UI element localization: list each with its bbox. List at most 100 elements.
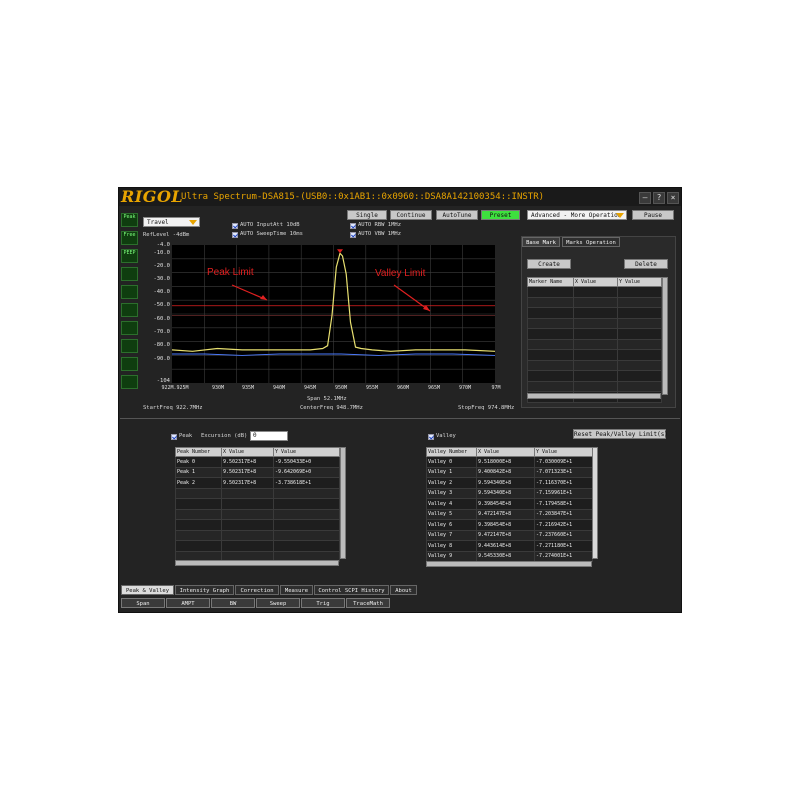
limit-icon[interactable] bbox=[121, 339, 138, 353]
valley-table-hscrollbar[interactable] bbox=[426, 561, 592, 567]
valley-table-scrollbar[interactable] bbox=[592, 447, 598, 559]
tab-peak-valley[interactable]: Peak & Valley bbox=[121, 585, 174, 595]
marker-y-value-cell bbox=[617, 296, 662, 308]
col-marker-name[interactable]: Marker Name bbox=[527, 277, 574, 287]
peak-table-scrollbar[interactable] bbox=[340, 447, 346, 559]
spectrum-plot[interactable] bbox=[171, 245, 496, 383]
tab-intensity-graph[interactable]: Intensity Graph bbox=[175, 585, 234, 595]
peak-checkbox[interactable] bbox=[171, 434, 177, 440]
marker-y-value-cell bbox=[617, 307, 662, 319]
y-tick: -40.0 bbox=[153, 289, 170, 295]
input-att-checkbox[interactable] bbox=[232, 223, 238, 229]
marker-y-value-cell bbox=[617, 317, 662, 329]
ampt-softkey[interactable]: AMPT bbox=[166, 598, 210, 608]
display-icon[interactable] bbox=[121, 357, 138, 371]
save-icon[interactable] bbox=[121, 375, 138, 389]
peak-y-value-cell bbox=[273, 498, 340, 510]
rigol-logo: RIGOL bbox=[121, 187, 184, 206]
peak-y-value-cell bbox=[273, 519, 340, 531]
marker-table-scrollbar[interactable] bbox=[662, 277, 668, 395]
marker-y-value-cell bbox=[617, 380, 662, 392]
peak-x-value-cell: 9.502317E+8 bbox=[221, 466, 274, 478]
table-row[interactable]: Valley 7 9.472147E+8 -7.237660E+1 bbox=[426, 529, 593, 541]
table-row bbox=[527, 359, 662, 371]
valley-limit-annotation: Valley Limit bbox=[375, 268, 426, 279]
valley-checkbox[interactable] bbox=[428, 434, 434, 440]
sweep-time-checkbox[interactable] bbox=[232, 232, 238, 238]
close-icon[interactable]: × bbox=[667, 192, 679, 204]
pause-button[interactable]: Pause bbox=[632, 210, 674, 220]
table-row bbox=[175, 519, 340, 531]
table-row[interactable]: Valley 8 9.443614E+8 -7.271180E+1 bbox=[426, 540, 593, 552]
marker-name-cell bbox=[527, 370, 574, 382]
tab-measure[interactable]: Measure bbox=[280, 585, 313, 595]
rbw-label: AUTO RBW 1MHz bbox=[358, 222, 402, 228]
marker-y-value-cell bbox=[617, 370, 662, 382]
minimize-icon[interactable]: – bbox=[639, 192, 651, 204]
y-tick: -90.0 bbox=[153, 356, 170, 362]
excursion-input[interactable]: 0 bbox=[250, 431, 288, 441]
preset-button[interactable]: Preset bbox=[481, 210, 520, 220]
tab-control-scpi-history[interactable]: Control SCPI History bbox=[314, 585, 389, 595]
table-row[interactable]: Valley 0 9.518000E+8 -7.030009E+1 bbox=[426, 456, 593, 468]
sweep-softkey[interactable]: Sweep bbox=[256, 598, 300, 608]
table-row[interactable]: Peak 1 9.502317E+8 -9.642069E+0 bbox=[175, 466, 340, 478]
peak-number-cell bbox=[175, 498, 222, 510]
help-icon[interactable]: ? bbox=[653, 192, 665, 204]
free-icon[interactable]: Free bbox=[121, 231, 138, 245]
table-row[interactable]: Valley 9 9.545330E+8 -7.274001E+1 bbox=[426, 550, 593, 562]
table-row[interactable]: Valley 6 9.398454E+8 -7.216942E+1 bbox=[426, 519, 593, 531]
reset-limits-button[interactable]: Reset Peak/Valley Limit(s) bbox=[573, 429, 668, 439]
valley-x-value-cell: 9.472147E+8 bbox=[476, 529, 535, 541]
valley-x-value-cell: 9.443614E+8 bbox=[476, 540, 535, 552]
measure-icon[interactable] bbox=[121, 303, 138, 317]
trace-icon[interactable] bbox=[121, 267, 138, 281]
vbw-checkbox[interactable] bbox=[350, 232, 356, 238]
autotune-button[interactable]: AutoTune bbox=[436, 210, 478, 220]
left-icon-bar: Peak Free PEEP bbox=[121, 213, 139, 393]
table-row[interactable]: Valley 1 9.400842E+8 -7.071323E+1 bbox=[426, 466, 593, 478]
col-x-value[interactable]: X Value bbox=[476, 447, 535, 457]
table-row[interactable]: Valley 5 9.472147E+8 -7.203847E+1 bbox=[426, 508, 593, 520]
col-x-value[interactable]: X Value bbox=[221, 447, 274, 457]
rbw-checkbox[interactable] bbox=[350, 223, 356, 229]
peep-icon[interactable]: PEEP bbox=[121, 249, 138, 263]
wave-icon[interactable] bbox=[121, 321, 138, 335]
col-peak-number[interactable]: Peak Number bbox=[175, 447, 222, 457]
marker-name-cell bbox=[527, 338, 574, 350]
span-softkey[interactable]: Span bbox=[121, 598, 165, 608]
marker-icon[interactable] bbox=[121, 285, 138, 299]
table-row[interactable]: Valley 3 9.594340E+8 -7.159961E+1 bbox=[426, 487, 593, 499]
col-valley-number[interactable]: Valley Number bbox=[426, 447, 477, 457]
y-tick: -104 bbox=[156, 378, 170, 384]
create-button[interactable]: Create bbox=[527, 259, 571, 269]
marker-name-cell bbox=[527, 307, 574, 319]
y-tick: -20.0 bbox=[153, 263, 170, 269]
advanced-select[interactable]: Advanced - More Operation bbox=[527, 210, 627, 220]
col-y-value[interactable]: Y Value bbox=[534, 447, 593, 457]
bw-softkey[interactable]: BW bbox=[211, 598, 255, 608]
continue-button[interactable]: Continue bbox=[390, 210, 432, 220]
peak-number-cell bbox=[175, 487, 222, 499]
tab-correction[interactable]: Correction bbox=[235, 585, 279, 595]
col-x-value[interactable]: X Value bbox=[573, 277, 618, 287]
table-row[interactable]: Valley 4 9.398454E+8 -7.179458E+1 bbox=[426, 498, 593, 510]
mode-select[interactable]: Travel bbox=[143, 217, 200, 227]
marker-table-hscrollbar[interactable] bbox=[527, 393, 661, 399]
delete-button[interactable]: Delete bbox=[624, 259, 668, 269]
peak-icon[interactable]: Peak bbox=[121, 213, 138, 227]
col-y-value[interactable]: Y Value bbox=[273, 447, 340, 457]
tab-base-mark[interactable]: Base Mark bbox=[522, 237, 560, 247]
valley-x-value-cell: 9.594340E+8 bbox=[476, 477, 535, 489]
tracemath-softkey[interactable]: TraceMath bbox=[346, 598, 390, 608]
table-row[interactable]: Peak 2 9.502317E+8 -3.738618E+1 bbox=[175, 477, 340, 489]
table-row[interactable]: Peak 0 9.502317E+8 -9.550433E+0 bbox=[175, 456, 340, 468]
tab-about[interactable]: About bbox=[390, 585, 417, 595]
tab-marks-operation[interactable]: Marks Operation bbox=[562, 237, 620, 247]
col-y-value[interactable]: Y Value bbox=[617, 277, 662, 287]
peak-table-hscrollbar[interactable] bbox=[175, 560, 339, 566]
x-tick: 945M bbox=[303, 385, 317, 391]
trig-softkey[interactable]: Trig bbox=[301, 598, 345, 608]
single-button[interactable]: Single bbox=[347, 210, 387, 220]
table-row[interactable]: Valley 2 9.594340E+8 -7.116370E+1 bbox=[426, 477, 593, 489]
